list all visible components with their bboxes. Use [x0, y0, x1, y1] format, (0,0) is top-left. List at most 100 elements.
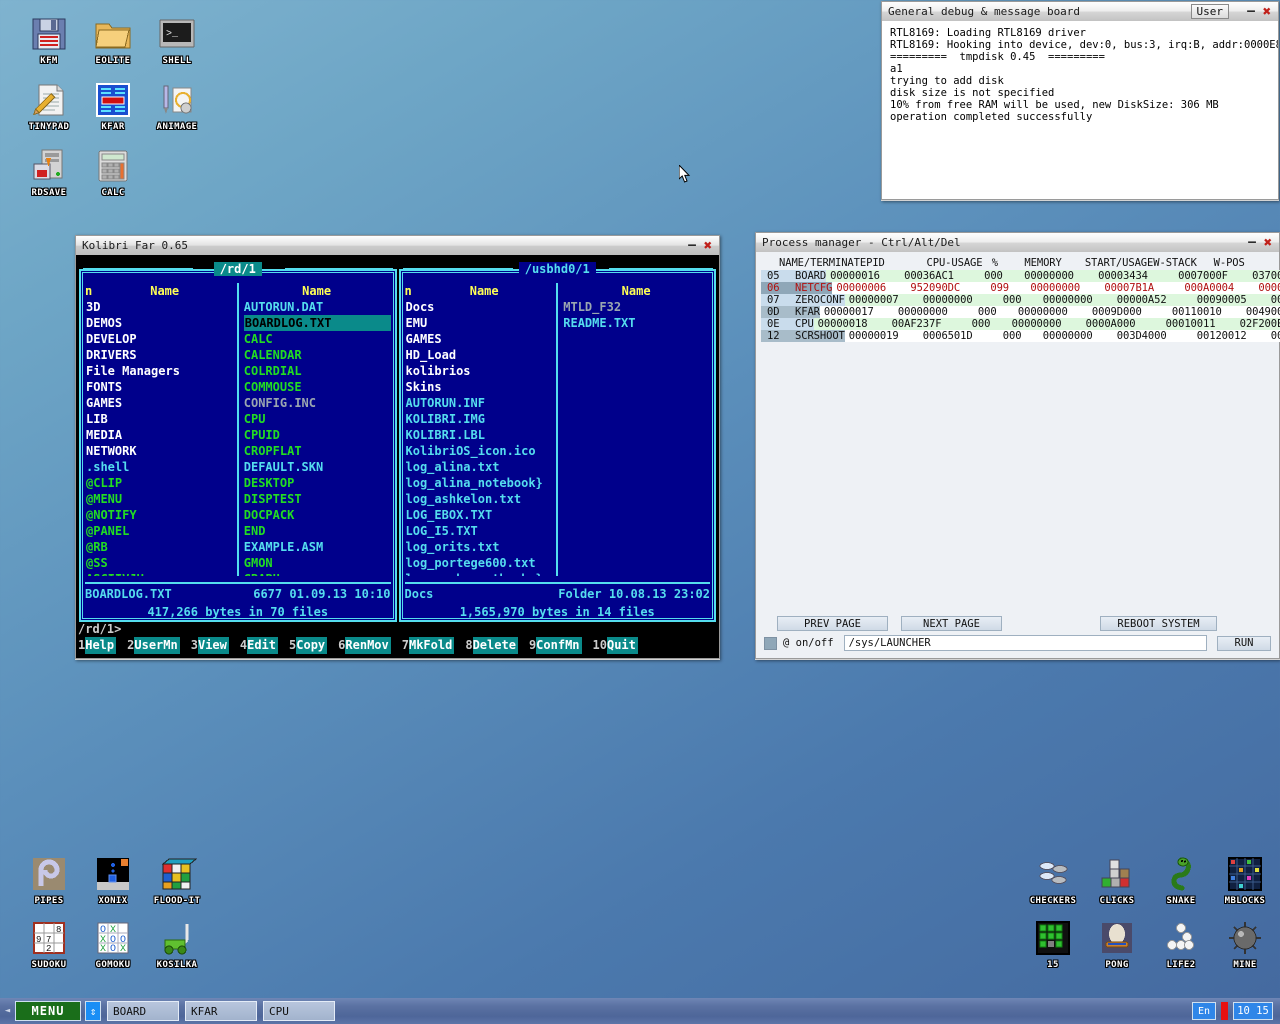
desktop-icon-eolite[interactable]: EOLITE	[80, 14, 146, 66]
function-key-f4[interactable]: 4Edit	[238, 637, 278, 654]
file-row[interactable]: COLRDIAL	[243, 363, 391, 379]
file-row[interactable]: File Managers	[85, 363, 233, 379]
file-row[interactable]: @MENU	[85, 491, 233, 507]
file-row[interactable]: log_ashkelon.txt	[405, 491, 553, 507]
pm-terminate-cell[interactable]: 0ECPU	[761, 318, 814, 330]
left-panel-col-2[interactable]: Name AUTORUN.DATBOARDLOG.TXTCALCCALENDAR…	[243, 283, 391, 576]
file-row[interactable]: DEMOS	[85, 315, 233, 331]
taskbar-button-kfar[interactable]: KFAR	[185, 1001, 257, 1021]
file-row[interactable]: @CLIP	[85, 475, 233, 491]
close-icon[interactable]: ✖	[700, 238, 716, 254]
collapse-arrow-icon[interactable]: ◄	[3, 1005, 12, 1017]
right-panel-path[interactable]: /usbhd0/1	[399, 261, 717, 277]
file-row[interactable]: END	[243, 523, 391, 539]
file-row[interactable]: log_alina.txt	[405, 459, 553, 475]
desktop-icon-kosilka[interactable]: KOSILKA	[144, 918, 210, 970]
file-row[interactable]: 3D	[85, 299, 233, 315]
function-key-f6[interactable]: 6RenMov	[336, 637, 391, 654]
desktop-icon-calc[interactable]: CALC	[80, 146, 146, 198]
file-row[interactable]: README.TXT	[562, 315, 710, 331]
kfar-right-panel[interactable]: /usbhd0/1 nName DocsEMUGAMESHD_Loadkolib…	[399, 259, 717, 622]
minimize-icon[interactable]: –	[684, 238, 700, 254]
pm-terminate-cell[interactable]: 07ZEROCONF	[761, 294, 845, 306]
minimize-icon[interactable]: –	[1243, 4, 1259, 20]
right-panel-col-1[interactable]: nName DocsEMUGAMESHD_LoadkolibriosSkinsA…	[405, 283, 553, 576]
minimize-icon[interactable]: –	[1244, 235, 1260, 251]
desktop-icon-checkers[interactable]: CHECKERS	[1020, 854, 1086, 906]
file-row[interactable]: KolibriOS_icon.ico	[405, 443, 553, 459]
process-manager-window[interactable]: Process manager - Ctrl/Alt/Del – ✖ NAME/…	[755, 232, 1280, 660]
file-row[interactable]: LIB	[85, 411, 233, 427]
file-row[interactable]: log_portege600.txt	[405, 555, 553, 571]
desktop-icon-snake[interactable]: SNAKE	[1148, 854, 1214, 906]
reboot-system-button[interactable]: REBOOT SYSTEM	[1100, 616, 1217, 631]
file-row[interactable]: COMMOUSE	[243, 379, 391, 395]
file-row[interactable]: @SS	[85, 555, 233, 571]
desktop-icon-mine[interactable]: MINE	[1212, 918, 1278, 970]
run-path-input[interactable]: /sys/LAUNCHER	[844, 635, 1207, 651]
file-row[interactable]: FONTS	[85, 379, 233, 395]
onoff-checkbox[interactable]	[764, 637, 777, 650]
board-log-area[interactable]: RTL8169: Loading RTL8169 driverRTL8169: …	[881, 21, 1279, 200]
file-row[interactable]: MTLD_F32	[562, 299, 710, 315]
desktop-icon-sudoku[interactable]: 8972SUDOKU	[16, 918, 82, 970]
pm-process-row[interactable]: 0DKFAR0000001700000000000000000000009D00…	[761, 306, 1274, 318]
desktop-icon-life2[interactable]: LIFE2	[1148, 918, 1214, 970]
close-icon[interactable]: ✖	[1259, 4, 1275, 20]
file-row[interactable]: CALC	[243, 331, 391, 347]
desktop-icon-pong[interactable]: PONG	[1084, 918, 1150, 970]
file-row[interactable]: DEVELOP	[85, 331, 233, 347]
file-row[interactable]: NETWORK	[85, 443, 233, 459]
taskbar-button-cpu[interactable]: CPU	[263, 1001, 335, 1021]
pm-process-row[interactable]: 06NETCFG00000006952090DC0990000000000007…	[761, 282, 1274, 294]
file-row[interactable]: CPU	[243, 411, 391, 427]
file-row[interactable]: log_orits.txt	[405, 539, 553, 555]
kfar-titlebar[interactable]: Kolibri Far 0.65 – ✖	[75, 235, 720, 255]
pm-titlebar[interactable]: Process manager - Ctrl/Alt/Del – ✖	[755, 232, 1280, 252]
desktop-icon-gomoku[interactable]: OXXOOXOXGOMOKU	[80, 918, 146, 970]
file-row[interactable]: Docs	[405, 299, 553, 315]
kfar-left-panel[interactable]: /rd/1 nName 3DDEMOSDEVELOPDRIVERSFile Ma…	[79, 259, 397, 622]
file-row[interactable]: DESKTOP	[243, 475, 391, 491]
desktop-icon-mblocks[interactable]: MBLOCKS	[1212, 854, 1278, 906]
updown-arrows-icon[interactable]: ⇕	[85, 1001, 101, 1021]
file-row[interactable]: GRAPH	[243, 571, 391, 576]
file-row[interactable]: CONFIG.INC	[243, 395, 391, 411]
desktop-icon-clicks[interactable]: CLICKS	[1084, 854, 1150, 906]
file-row-selected[interactable]: BOARDLOG.TXT	[243, 315, 391, 331]
desktop-icon-15[interactable]: 15	[1020, 918, 1086, 970]
pm-process-row[interactable]: 0ECPU0000001800AF237F000000000000000A000…	[761, 318, 1274, 330]
file-row[interactable]: CPUID	[243, 427, 391, 443]
desktop-icon-xonix[interactable]: XONIX	[80, 854, 146, 906]
taskbar-button-board[interactable]: BOARD	[107, 1001, 179, 1021]
function-key-f10[interactable]: 10Quit	[591, 637, 638, 654]
function-key-f3[interactable]: 3View	[189, 637, 229, 654]
file-row[interactable]: CROPFLAT	[243, 443, 391, 459]
file-row[interactable]: @NOTIFY	[85, 507, 233, 523]
debug-board-window[interactable]: General debug & message board User – ✖ R…	[881, 1, 1279, 201]
function-key-f9[interactable]: 9ConfMn	[527, 637, 582, 654]
taskbar[interactable]: ◄ MENU ⇕ BOARDKFARCPU En 10 15	[0, 998, 1280, 1024]
file-row[interactable]: AUTORUN.INF	[405, 395, 553, 411]
pm-terminate-cell[interactable]: 12SCRSHOOT	[761, 330, 845, 342]
board-user-button[interactable]: User	[1191, 4, 1230, 19]
language-indicator[interactable]: En	[1192, 1002, 1216, 1020]
next-page-button[interactable]: NEXT PAGE	[901, 616, 1002, 631]
file-row[interactable]: ASCIIVJU	[85, 571, 233, 576]
file-row[interactable]: HD_Load	[405, 347, 553, 363]
left-panel-path[interactable]: /rd/1	[79, 261, 397, 277]
task-button-list[interactable]: BOARD KFAR CPU	[101, 1001, 335, 1021]
file-row[interactable]: MEDIA	[85, 427, 233, 443]
function-key-f8[interactable]: 8Delete	[463, 637, 518, 654]
file-row[interactable]: @RB	[85, 539, 233, 555]
pm-process-row[interactable]: 12SCRSHOOT000000190006501D00000000000003…	[761, 330, 1274, 342]
file-row[interactable]: DISPTEST	[243, 491, 391, 507]
kfar-function-key-bar[interactable]: 1Help2UserMn3View4Edit5Copy6RenMov7MkFol…	[76, 637, 719, 654]
desktop-icon-kfm[interactable]: KFM	[16, 14, 82, 66]
function-key-f7[interactable]: 7MkFold	[400, 637, 455, 654]
prev-page-button[interactable]: PREV PAGE	[777, 616, 888, 631]
pm-process-row[interactable]: 05BOARD0000001600036AC100000000000000034…	[761, 270, 1274, 282]
file-row[interactable]: GAMES	[405, 331, 553, 347]
file-row[interactable]: LOG_I5.TXT	[405, 523, 553, 539]
system-tray[interactable]: En 10 15	[1192, 1002, 1277, 1020]
